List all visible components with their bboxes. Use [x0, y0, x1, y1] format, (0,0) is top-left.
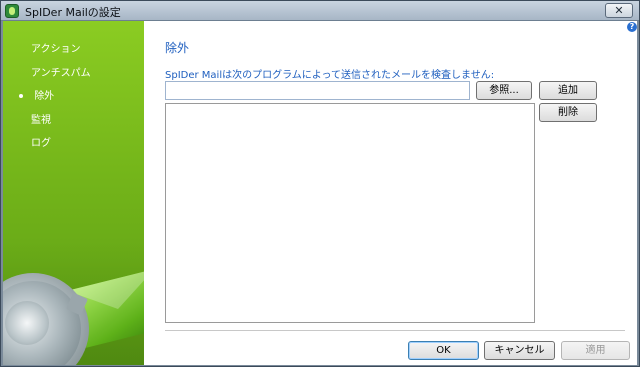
title-bar[interactable]: SpIDer Mailの設定 ✕: [1, 1, 639, 21]
apply-button[interactable]: 適用: [561, 341, 630, 360]
ok-button[interactable]: OK: [408, 341, 479, 360]
sidebar-item-monitoring[interactable]: 監視: [31, 111, 51, 126]
delete-button[interactable]: 削除: [539, 103, 597, 122]
sidebar-item-actions[interactable]: アクション: [31, 40, 81, 55]
sidebar-item-label: アンチスパム: [31, 68, 91, 79]
exclusions-description: SpIDer Mailは次のプログラムによって送信されたメールを検査しません:: [165, 70, 495, 81]
dialog-client-area: アクション アンチスパム 除外 監視 ログ ? 除外 SpIDer Mailは次…: [3, 21, 637, 365]
window-title: SpIDer Mailの設定: [25, 6, 121, 19]
selected-bullet-icon: [19, 94, 23, 98]
browse-button[interactable]: 参照...: [476, 81, 532, 100]
close-button[interactable]: ✕: [605, 3, 633, 18]
sidebar-item-label: 除外: [34, 91, 55, 102]
add-button[interactable]: 追加: [539, 81, 597, 100]
sidebar: アクション アンチスパム 除外 監視 ログ: [3, 21, 144, 365]
program-path-input[interactable]: [165, 81, 470, 100]
footer-divider: [165, 330, 625, 331]
page-title: 除外: [165, 41, 190, 55]
sidebar-item-label: アクション: [31, 44, 81, 55]
excluded-programs-list[interactable]: [165, 103, 535, 323]
close-icon: ✕: [614, 4, 624, 17]
sidebar-item-label: 監視: [31, 115, 51, 126]
help-icon[interactable]: ?: [627, 22, 637, 32]
cancel-button[interactable]: キャンセル: [484, 341, 555, 360]
spider-app-icon: [5, 4, 19, 18]
sidebar-item-label: ログ: [31, 138, 51, 149]
sidebar-item-exclusions[interactable]: 除外: [19, 87, 54, 102]
sidebar-item-antispam[interactable]: アンチスパム: [31, 64, 91, 79]
sidebar-item-log[interactable]: ログ: [31, 134, 51, 149]
settings-window: SpIDer Mailの設定 ✕ アクション アンチスパム 除外 監視 ログ ?…: [0, 0, 640, 367]
